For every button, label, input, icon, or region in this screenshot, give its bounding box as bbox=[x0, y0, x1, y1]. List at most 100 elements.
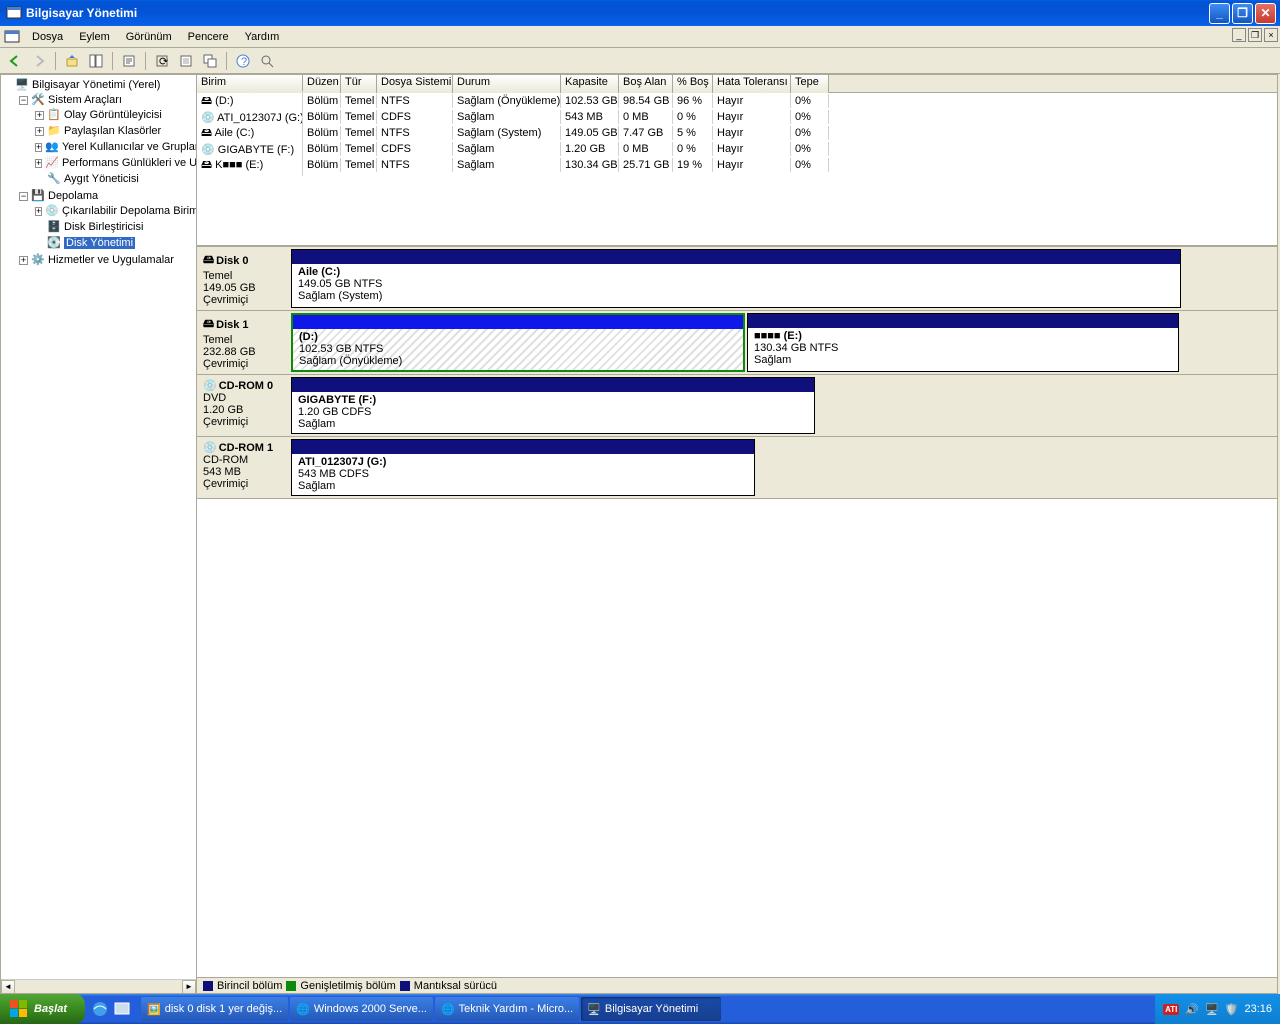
menu-action[interactable]: Eylem bbox=[71, 29, 118, 45]
taskbar-task[interactable]: 🖥️Bilgisayar Yönetimi bbox=[581, 997, 721, 1021]
refresh-button[interactable]: ⟳ bbox=[151, 50, 173, 72]
close-button[interactable]: ✕ bbox=[1255, 3, 1276, 24]
tree-storage[interactable]: Depolama bbox=[48, 190, 98, 202]
properties-button[interactable] bbox=[118, 50, 140, 72]
task-icon: 🖥️ bbox=[587, 1003, 601, 1016]
event-viewer-icon: 📋 bbox=[47, 108, 61, 122]
disk-row[interactable]: 🖴Disk 1Temel232.88 GBÇevrimiçi (D:)102.5… bbox=[197, 311, 1277, 375]
start-button[interactable]: Başlat bbox=[0, 994, 85, 1024]
menu-file[interactable]: Dosya bbox=[24, 29, 71, 45]
mdi-close-button[interactable]: × bbox=[1264, 28, 1278, 42]
disk-info[interactable]: 🖴Disk 1Temel232.88 GBÇevrimiçi bbox=[197, 311, 289, 374]
minimize-button[interactable]: _ bbox=[1209, 3, 1230, 24]
collapse-icon[interactable]: − bbox=[19, 96, 28, 105]
disk-row[interactable]: 💿CD-ROM 1CD-ROM543 MBÇevrimiçiATI_012307… bbox=[197, 437, 1277, 499]
menu-window[interactable]: Pencere bbox=[180, 29, 237, 45]
ati-tray-icon[interactable]: ATI bbox=[1163, 1004, 1179, 1015]
col-capacity[interactable]: Kapasite bbox=[561, 75, 619, 93]
disk-info[interactable]: 💿CD-ROM 0DVD1.20 GBÇevrimiçi bbox=[197, 375, 289, 436]
show-desktop-icon[interactable] bbox=[113, 1000, 131, 1018]
disk-info[interactable]: 🖴Disk 0Temel149.05 GBÇevrimiçi bbox=[197, 247, 289, 310]
volume-list[interactable]: Birim Düzen Tür Dosya Sistemi Durum Kapa… bbox=[197, 75, 1277, 245]
tree-item[interactable]: Yerel Kullanıcılar ve Gruplar bbox=[62, 141, 196, 153]
console-tree[interactable]: 🖥️Bilgisayar Yönetimi (Yerel) −🛠️Sistem … bbox=[1, 75, 196, 979]
help-button[interactable]: ? bbox=[232, 50, 254, 72]
menu-view[interactable]: Görünüm bbox=[118, 29, 180, 45]
export-list-button[interactable] bbox=[175, 50, 197, 72]
start-label: Başlat bbox=[34, 1003, 67, 1015]
system-tray[interactable]: ATI 🔊 🖥️ 🛡️ 23:16 bbox=[1155, 994, 1280, 1024]
col-layout[interactable]: Düzen bbox=[303, 75, 341, 93]
maximize-button[interactable]: ❐ bbox=[1232, 3, 1253, 24]
tree-item-selected[interactable]: Disk Yönetimi bbox=[64, 237, 135, 249]
volume-row[interactable]: 💿 GIGABYTE (F:)BölümTemelCDFSSağlam1.20 … bbox=[197, 141, 1277, 157]
volume-row[interactable]: 🖴 K■■■ (E:)BölümTemelNTFSSağlam130.34 GB… bbox=[197, 157, 1277, 173]
view-settings-button[interactable] bbox=[256, 50, 278, 72]
expand-icon[interactable]: + bbox=[35, 159, 42, 168]
disk-row[interactable]: 💿CD-ROM 0DVD1.20 GBÇevrimiçiGIGABYTE (F:… bbox=[197, 375, 1277, 437]
mdi-restore-button[interactable]: ❐ bbox=[1248, 28, 1262, 42]
svg-text:?: ? bbox=[241, 56, 247, 68]
workspace: 🖥️Bilgisayar Yönetimi (Yerel) −🛠️Sistem … bbox=[0, 74, 1278, 994]
ie-icon[interactable] bbox=[91, 1000, 109, 1018]
users-icon: 👥 bbox=[45, 140, 59, 154]
mdi-minimize-button[interactable]: _ bbox=[1232, 28, 1246, 42]
taskbar-task[interactable]: 🌐Windows 2000 Serve... bbox=[290, 997, 433, 1021]
expand-icon[interactable]: + bbox=[19, 256, 28, 265]
disk-icon: 🖴 bbox=[203, 251, 214, 270]
show-hide-tree-button[interactable] bbox=[85, 50, 107, 72]
partition[interactable]: ■■■■ (E:)130.34 GB NTFSSağlam bbox=[747, 313, 1179, 372]
col-free[interactable]: Boş Alan bbox=[619, 75, 673, 93]
removable-storage-icon: 💿 bbox=[45, 204, 59, 218]
expand-icon[interactable]: + bbox=[35, 207, 42, 216]
scroll-left-button[interactable]: ◄ bbox=[1, 980, 15, 994]
taskbar-task[interactable]: 🌐Teknik Yardım - Micro... bbox=[435, 997, 579, 1021]
legend: Birincil bölüm Genişletilmiş bölüm Mantı… bbox=[197, 977, 1277, 993]
disk-row[interactable]: 🖴Disk 0Temel149.05 GBÇevrimiçiAile (C:)1… bbox=[197, 247, 1277, 311]
tree-item[interactable]: Çıkarılabilir Depolama Birimi bbox=[62, 205, 196, 217]
disk-map[interactable]: 🖴Disk 0Temel149.05 GBÇevrimiçiAile (C:)1… bbox=[197, 245, 1277, 499]
collapse-icon[interactable]: − bbox=[19, 192, 28, 201]
tree-item[interactable]: Paylaşılan Klasörler bbox=[64, 125, 161, 137]
perf-logs-icon: 📈 bbox=[45, 156, 59, 170]
disk-icon: 🖴 bbox=[203, 315, 214, 334]
expand-icon[interactable]: + bbox=[35, 111, 44, 120]
col-fault[interactable]: Hata Toleransı bbox=[713, 75, 791, 93]
tree-item[interactable]: Disk Birleştiricisi bbox=[64, 221, 143, 233]
partition[interactable]: Aile (C:)149.05 GB NTFSSağlam (System) bbox=[291, 249, 1181, 308]
col-filesystem[interactable]: Dosya Sistemi bbox=[377, 75, 453, 93]
app-menu-icon bbox=[4, 29, 20, 45]
col-type[interactable]: Tür bbox=[341, 75, 377, 93]
horizontal-scrollbar[interactable]: ◄ ► bbox=[1, 979, 196, 993]
scroll-right-button[interactable]: ► bbox=[182, 980, 196, 994]
taskbar-clock[interactable]: 23:16 bbox=[1244, 1003, 1272, 1015]
tray-icon[interactable]: 🛡️ bbox=[1225, 1003, 1239, 1016]
partition[interactable]: GIGABYTE (F:)1.20 GB CDFSSağlam bbox=[291, 377, 815, 434]
tree-item[interactable]: Aygıt Yöneticisi bbox=[64, 173, 139, 185]
tree-item[interactable]: Olay Görüntüleyicisi bbox=[64, 109, 162, 121]
partition[interactable]: (D:)102.53 GB NTFSSağlam (Önyükleme) bbox=[291, 313, 745, 372]
tray-icon[interactable]: 🖥️ bbox=[1205, 1003, 1219, 1016]
taskbar-task[interactable]: 🖼️disk 0 disk 1 yer değiş... bbox=[141, 997, 288, 1021]
legend-logical-swatch bbox=[400, 981, 410, 991]
col-overhead[interactable]: Tepe bbox=[791, 75, 829, 93]
tree-systools[interactable]: Sistem Araçları bbox=[48, 94, 122, 106]
volume-row[interactable]: 🖴 Aile (C:)BölümTemelNTFSSağlam (System)… bbox=[197, 125, 1277, 141]
tray-icon[interactable]: 🔊 bbox=[1185, 1003, 1199, 1016]
disk-info[interactable]: 💿CD-ROM 1CD-ROM543 MBÇevrimiçi bbox=[197, 437, 289, 498]
tree-services[interactable]: Hizmetler ve Uygulamalar bbox=[48, 254, 174, 266]
col-status[interactable]: Durum bbox=[453, 75, 561, 93]
new-window-button[interactable] bbox=[199, 50, 221, 72]
back-button[interactable] bbox=[4, 50, 26, 72]
tree-item[interactable]: Performans Günlükleri ve Uyarıları bbox=[62, 157, 196, 169]
tree-root[interactable]: Bilgisayar Yönetimi (Yerel) bbox=[32, 79, 160, 91]
menu-help[interactable]: Yardım bbox=[237, 29, 288, 45]
volume-row[interactable]: 🖴 (D:)BölümTemelNTFSSağlam (Önyükleme)10… bbox=[197, 93, 1277, 109]
volume-row[interactable]: 💿 ATI_012307J (G:)BölümTemelCDFSSağlam54… bbox=[197, 109, 1277, 125]
col-pctfree[interactable]: % Boş bbox=[673, 75, 713, 93]
partition[interactable]: ATI_012307J (G:)543 MB CDFSSağlam bbox=[291, 439, 755, 496]
forward-button[interactable] bbox=[28, 50, 50, 72]
expand-icon[interactable]: + bbox=[35, 127, 44, 136]
expand-icon[interactable]: + bbox=[35, 143, 42, 152]
up-button[interactable] bbox=[61, 50, 83, 72]
